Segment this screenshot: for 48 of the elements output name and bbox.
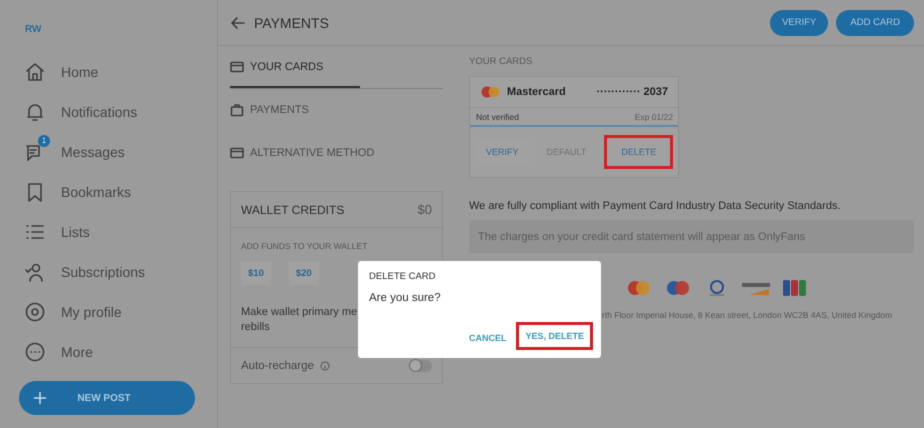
card-status: Not verified — [476, 112, 519, 122]
mastercard-logo-icon — [480, 85, 502, 99]
avatar-initials[interactable]: RW — [25, 24, 42, 35]
primary-method-text: rebills — [241, 320, 271, 335]
info-icon — [320, 360, 330, 370]
tab[interactable]: PAYMENTS — [230, 89, 443, 132]
cancel-button[interactable]: CANCEL — [462, 325, 512, 350]
card-expiry: Exp 01/22 — [634, 112, 673, 122]
add-card-button[interactable]: ADD CARD — [836, 10, 914, 36]
confirm-delete-button[interactable]: YES, DELETE — [519, 325, 590, 347]
amount-button[interactable]: $20 — [288, 261, 319, 285]
nav-item[interactable]: More — [19, 332, 93, 372]
toggle-switch[interactable] — [410, 360, 432, 372]
person-icon — [24, 261, 46, 283]
profile-icon — [24, 301, 46, 323]
tab[interactable]: ALTERNATIVE METHOD — [230, 132, 443, 175]
bag-icon — [230, 103, 244, 117]
home-icon — [24, 61, 46, 83]
amount-button[interactable]: $10 — [241, 261, 271, 285]
wallet-title: WALLET CREDITS — [241, 202, 344, 216]
wallet-balance: $0 — [418, 202, 432, 217]
card-icon — [230, 146, 244, 160]
primary-method-text: Make wallet primary me — [241, 305, 358, 320]
card-number: ············ 2037 — [596, 86, 668, 98]
nav-item[interactable]: Subscriptions — [19, 252, 146, 292]
nav-item[interactable]: Lists — [19, 212, 90, 252]
nav-item[interactable]: Notifications — [19, 92, 138, 132]
compliance-text: We are fully compliant with Payment Card Industry Data Security Standards. — [469, 200, 842, 212]
dialog-message: Are you sure? — [369, 292, 442, 304]
statement-notice: The charges on your credit card statement will appear as OnlyFans — [469, 220, 914, 253]
back-arrow-icon — [230, 14, 246, 30]
notification-badge: 1 — [38, 135, 50, 147]
new-post-button[interactable]: NEW POST — [19, 381, 195, 415]
nav-item[interactable]: Home — [19, 52, 98, 92]
plus-icon — [33, 391, 47, 405]
section-title: YOUR CARDS — [469, 56, 534, 67]
add-funds-label: ADD FUNDS TO YOUR WALLET — [240, 240, 368, 253]
nav-item[interactable]: 1 Messages — [19, 132, 125, 172]
nav-item[interactable]: My profile — [19, 292, 122, 332]
more-icon — [24, 341, 46, 363]
dialog-title: DELETE CARD — [369, 271, 437, 282]
card-brand: Mastercard — [507, 86, 566, 98]
nav-item[interactable]: Bookmarks — [19, 172, 132, 212]
verify-button[interactable]: VERIFY — [770, 10, 828, 36]
card-icon — [230, 60, 244, 74]
page-title: PAYMENTS — [254, 14, 330, 30]
company-address: rth Floor Imperial House, 8 Kean street, London WC2B 4AS, United Kingdom — [602, 310, 894, 320]
auto-recharge-label: Auto-recharge — [241, 360, 314, 372]
